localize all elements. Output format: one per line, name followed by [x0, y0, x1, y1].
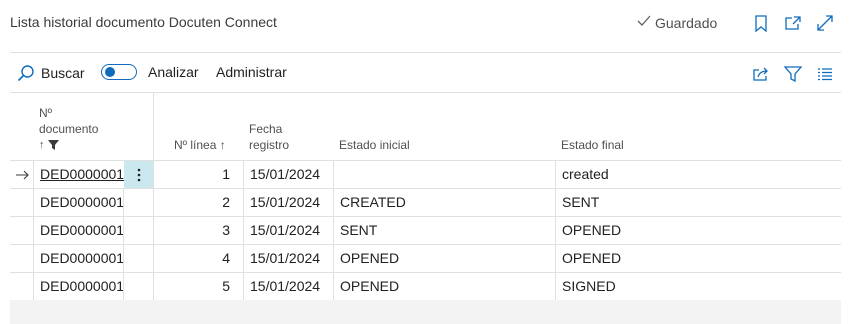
doc-no-cell: DED0000001 [40, 250, 125, 266]
analyze-toggle[interactable] [101, 64, 137, 80]
cell-divider [123, 273, 124, 301]
final-state-cell: created [562, 166, 609, 182]
table-row[interactable]: DED0000001 4 15/01/2024 OPENED OPENED [10, 244, 841, 273]
column-header-label: Nº [39, 106, 53, 120]
cell-divider [333, 189, 334, 217]
column-header-label: documento [39, 122, 99, 136]
final-state-cell: OPENED [562, 222, 622, 238]
initial-state-cell: OPENED [340, 278, 400, 294]
cell-divider [555, 273, 556, 301]
column-header-doc-no[interactable]: Nº documento ↑ [39, 105, 98, 153]
doc-no-cell: DED0000001 [40, 222, 125, 238]
table-header: Nº documento ↑ Nº línea ↑ Fecha registro… [10, 92, 841, 160]
initial-state-cell: OPENED [340, 250, 400, 266]
search-icon [17, 65, 34, 82]
current-row-arrow-icon [10, 161, 34, 189]
column-header-line-no[interactable]: Nº línea ↑ [174, 137, 226, 153]
manage-label: Administrar [216, 64, 287, 80]
column-divider [153, 92, 154, 160]
cell-divider [123, 217, 124, 245]
analyze-toggle-group[interactable]: Analizar [101, 64, 199, 80]
filter-applied-icon [47, 140, 59, 150]
title-bar: Lista historial documento Docuten Connec… [0, 0, 865, 48]
column-header-initial-state[interactable]: Estado inicial [339, 137, 410, 153]
line-no-cell: 4 [222, 250, 230, 266]
column-header-label: Fecha [249, 122, 283, 136]
page-title: Lista historial documento Docuten Connec… [10, 14, 277, 30]
manage-menu[interactable]: Administrar [216, 64, 287, 80]
cell-divider [243, 161, 244, 189]
check-icon [636, 14, 652, 31]
line-no-cell: 2 [222, 194, 230, 210]
cell-divider [33, 217, 34, 245]
cell-divider [333, 217, 334, 245]
initial-state-cell: SENT [340, 222, 378, 238]
final-state-cell: SENT [562, 194, 600, 210]
cell-divider [243, 189, 244, 217]
saved-status: Guardado [636, 14, 717, 31]
action-bar: Buscar Analizar Administrar [0, 56, 865, 90]
cell-divider [243, 273, 244, 301]
column-header-posting-date[interactable]: Fecha registro [249, 121, 289, 153]
list-view-icon[interactable] [815, 64, 835, 84]
doc-no-cell: DED0000001 [40, 194, 125, 210]
page: Lista historial documento Docuten Connec… [0, 0, 865, 324]
sort-filter-indicator: ↑ [39, 137, 98, 153]
cell-divider [33, 161, 34, 189]
cell-divider [333, 273, 334, 301]
final-state-cell: SIGNED [562, 278, 616, 294]
cell-divider [555, 189, 556, 217]
share-icon[interactable] [751, 64, 771, 84]
doc-no-cell: DED0000001 [40, 278, 125, 294]
table-row[interactable]: DED0000001 3 15/01/2024 SENT OPENED [10, 216, 841, 245]
cell-divider [555, 245, 556, 273]
posting-date-cell: 15/01/2024 [250, 222, 321, 238]
doc-no-link[interactable]: DED0000001 [40, 161, 124, 189]
line-no-cell: 3 [222, 222, 230, 238]
search-label: Buscar [41, 65, 85, 81]
posting-date-cell: 15/01/2024 [250, 278, 321, 294]
final-state-cell: OPENED [562, 250, 622, 266]
column-header-label: registro [249, 138, 290, 152]
filter-icon[interactable] [783, 64, 803, 84]
cell-divider [333, 161, 334, 189]
cell-divider [33, 245, 34, 273]
cell-divider [555, 217, 556, 245]
initial-state-cell: CREATED [340, 194, 406, 210]
analyze-label: Analizar [148, 64, 199, 80]
toggle-knob [105, 67, 115, 77]
posting-date-cell: 15/01/2024 [250, 194, 321, 210]
search-button[interactable]: Buscar [17, 64, 85, 82]
sort-arrow: ↑ [39, 139, 45, 151]
saved-label: Guardado [655, 14, 718, 31]
table-row[interactable]: DED0000001 5 15/01/2024 OPENED SIGNED [10, 272, 841, 301]
line-no-cell: 1 [222, 166, 230, 182]
cell-divider [123, 245, 124, 273]
cell-divider [243, 217, 244, 245]
expand-icon[interactable] [815, 12, 835, 34]
header-divider [10, 52, 841, 53]
column-header-final-state[interactable]: Estado final [561, 137, 624, 153]
posting-date-cell: 15/01/2024 [250, 166, 321, 182]
table-row[interactable]: DED0000001 2 15/01/2024 CREATED SENT [10, 188, 841, 217]
line-no-cell: 5 [222, 278, 230, 294]
bookmark-icon[interactable] [751, 12, 771, 34]
posting-date-cell: 15/01/2024 [250, 250, 321, 266]
cell-divider [123, 189, 124, 217]
row-actions-button[interactable] [124, 161, 153, 188]
cell-divider [33, 273, 34, 301]
more-vertical-icon [137, 168, 140, 181]
table-footer-area [10, 300, 841, 324]
open-new-window-icon[interactable] [783, 12, 803, 34]
cell-divider [333, 245, 334, 273]
cell-divider [243, 245, 244, 273]
table-row[interactable]: DED0000001 1 15/01/2024 created [10, 160, 841, 189]
cell-divider [555, 161, 556, 189]
cell-divider [33, 189, 34, 217]
